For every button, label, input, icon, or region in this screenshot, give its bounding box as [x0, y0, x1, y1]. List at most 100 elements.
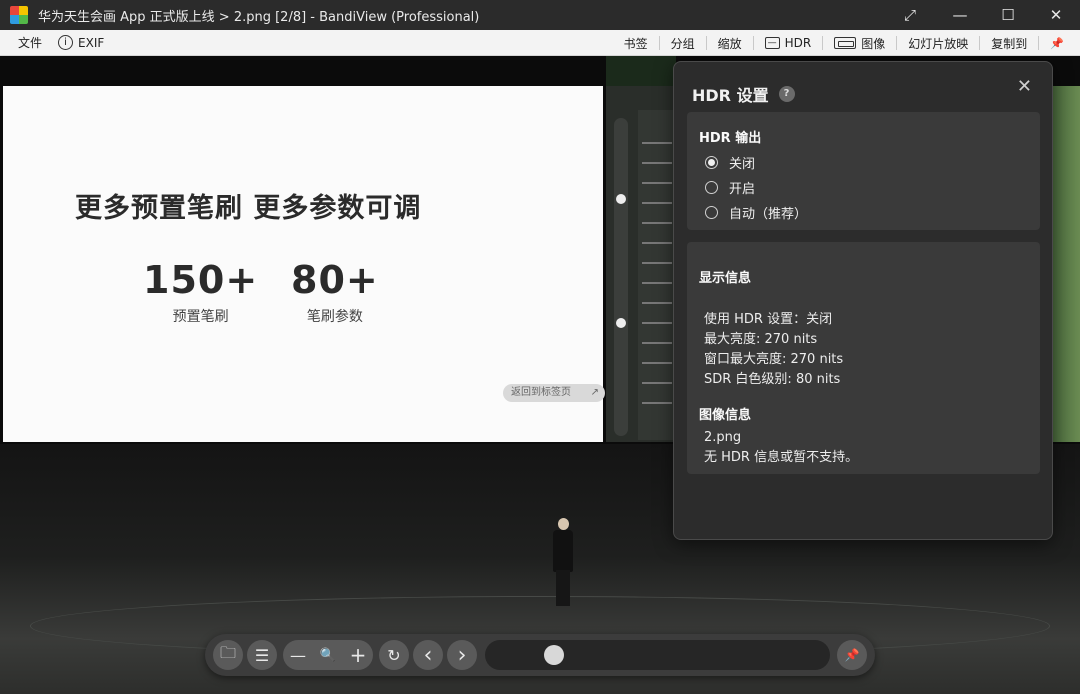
brush-row	[642, 242, 672, 244]
brush-row	[642, 282, 672, 284]
pin-icon: 📌	[1050, 36, 1064, 50]
stat-parameters: 80+ 笔刷参数	[291, 258, 379, 326]
image-position-slider[interactable]	[485, 640, 830, 670]
image-adjust-icon	[834, 37, 857, 49]
display-info-section: 显示信息 使用 HDR 设置：关闭 最大亮度: 270 nits 窗口最大亮度:…	[687, 242, 1040, 474]
pin-window-button[interactable]: 📌	[1042, 30, 1072, 56]
return-pill-label: 返回到标签页	[511, 387, 571, 398]
radio-label: 自动（推荐）	[729, 207, 808, 222]
hdr-output-title: HDR 输出	[699, 131, 762, 146]
menu-copy-to[interactable]: 复制到	[983, 30, 1035, 56]
brush-row	[642, 342, 672, 344]
tablet-slider-rail	[614, 118, 628, 436]
image-info-line: 2.png	[704, 430, 742, 445]
hdr-panel-title: HDR 设置	[692, 86, 769, 105]
menu-bookmark-label: 书签	[623, 36, 648, 51]
menu-hdr[interactable]: — HDR	[757, 30, 820, 56]
display-info-line: 窗口最大亮度: 270 nits	[704, 352, 844, 367]
radio-button[interactable]	[705, 206, 718, 219]
radio-label: 关闭	[729, 157, 756, 172]
tablet-screen-top	[606, 56, 676, 86]
brush-row	[642, 322, 672, 324]
minus-icon: —	[290, 645, 306, 665]
previous-image-button[interactable]: ‹	[413, 640, 443, 670]
menu-exif[interactable]: i EXIF	[50, 30, 112, 56]
minimize-button[interactable]: —	[936, 0, 984, 30]
display-info-line: 最大亮度: 270 nits	[704, 332, 818, 347]
menu-copy-to-label: 复制到	[991, 36, 1028, 51]
menu-divider	[752, 36, 754, 50]
fullscreen-button[interactable]: ⤢	[884, 0, 936, 30]
image-info-line: 无 HDR 信息或暂不支持。	[704, 450, 859, 465]
open-folder-button[interactable]: 🗀	[213, 640, 243, 670]
menu-image[interactable]: 图像	[826, 30, 893, 56]
pin-toolbar-button[interactable]: 📌	[837, 640, 867, 670]
menu-divider	[1038, 36, 1040, 50]
help-icon[interactable]: ?	[778, 86, 795, 102]
title-bar: 华为天生会画 App 正式版上线 > 2.png [2/8] - BandiVi…	[0, 0, 1080, 30]
presentation-slide: 更多预置笔刷 更多参数可调 150+ 预置笔刷 80+ 笔刷参数 返回到标签页 …	[3, 86, 605, 442]
brush-row	[642, 202, 672, 204]
menu-exif-label: EXIF	[78, 35, 105, 50]
rotate-button[interactable]: ↻	[379, 640, 409, 670]
tablet-slider-knob	[616, 194, 626, 204]
tablet-brush-panel-image	[606, 86, 676, 442]
window-controls: ⤢ — ☐ ✕	[884, 0, 1080, 30]
zoom-fit-button[interactable]: 🔍	[313, 640, 343, 670]
brush-row	[642, 302, 672, 304]
radio-button[interactable]	[705, 156, 718, 169]
external-link-icon: ↗	[590, 387, 599, 398]
stat-label: 笔刷参数	[306, 309, 363, 325]
brush-row	[642, 362, 672, 364]
menu-bookmark[interactable]: 书签	[616, 30, 656, 56]
maximize-button[interactable]: ☐	[984, 0, 1032, 30]
bottom-toolbar: 🗀 ☰ — 🔍 + ↻ ‹ › 📌	[205, 634, 875, 676]
rotate-icon: ↻	[387, 645, 401, 665]
file-list-button[interactable]: ☰	[247, 640, 277, 670]
brush-row	[642, 182, 672, 184]
tablet-brush-list	[638, 110, 676, 440]
image-info-title: 图像信息	[699, 408, 752, 423]
info-icon: i	[58, 35, 74, 50]
hdr-icon: —	[764, 37, 780, 49]
radio-label: 开启	[729, 182, 756, 197]
next-image-button[interactable]: ›	[447, 640, 477, 670]
menu-divider	[896, 36, 898, 50]
tablet-slider-knob	[616, 318, 626, 328]
list-icon: ☰	[254, 645, 270, 665]
hdr-panel-header: HDR 设置 ?	[692, 82, 795, 106]
slider-knob[interactable]	[543, 645, 564, 665]
radio-hdr-on[interactable]: 开启	[705, 175, 1040, 200]
stat-value: 150+	[143, 258, 259, 302]
radio-button[interactable]	[705, 181, 718, 194]
zoom-in-button[interactable]: +	[343, 640, 373, 670]
hdr-output-section: HDR 输出 关闭 开启 自动（推荐）	[687, 112, 1040, 230]
presenter-figure	[550, 518, 576, 608]
image-viewport[interactable]: 更多预置笔刷 更多参数可调 150+ 预置笔刷 80+ 笔刷参数 返回到标签页 …	[0, 56, 1080, 694]
menu-divider	[658, 36, 660, 50]
zoom-out-button[interactable]: —	[283, 640, 313, 670]
menu-bar: 文件 i EXIF 书签 分组 缩放 — HDR 图像 幻灯片放映 复制到 📌	[0, 30, 1080, 56]
menu-file-label: 文件	[18, 36, 43, 50]
menu-file[interactable]: 文件	[10, 30, 50, 56]
menu-image-label: 图像	[861, 36, 886, 51]
presenter-head	[558, 518, 569, 530]
display-info-line: SDR 白色级别: 80 nits	[704, 372, 841, 387]
bandiview-logo-icon	[10, 6, 28, 24]
chevron-left-icon: ‹	[423, 642, 433, 668]
presenter-body	[553, 530, 573, 572]
brush-row	[642, 162, 672, 164]
display-info-line: 使用 HDR 设置：关闭	[704, 312, 833, 327]
stat-brushes: 150+ 预置笔刷	[143, 258, 258, 326]
pin-icon: 📌	[844, 648, 860, 662]
radio-hdr-off[interactable]: 关闭	[705, 150, 1040, 175]
menu-slideshow[interactable]: 幻灯片放映	[900, 30, 976, 56]
menu-group[interactable]: 分组	[663, 30, 703, 56]
menu-zoom[interactable]: 缩放	[710, 30, 750, 56]
chevron-right-icon: ›	[457, 642, 467, 668]
close-icon[interactable]: ✕	[1017, 76, 1032, 97]
brush-row	[642, 402, 672, 404]
radio-hdr-auto[interactable]: 自动（推荐）	[705, 200, 1040, 225]
close-button[interactable]: ✕	[1032, 0, 1080, 30]
brush-row	[642, 222, 672, 224]
